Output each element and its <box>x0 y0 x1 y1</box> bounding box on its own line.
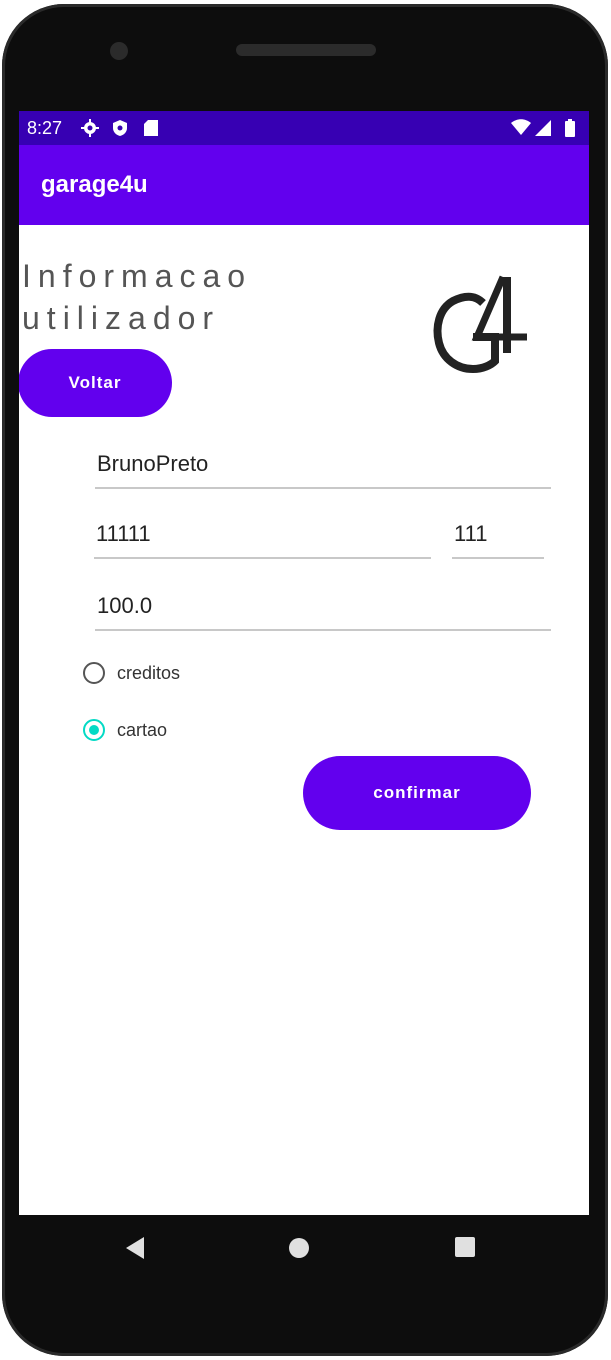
settings-icon <box>81 119 99 137</box>
app-bar: garage4u <box>19 145 589 225</box>
radio-label: creditos <box>117 662 181 683</box>
sd-card-icon <box>144 120 158 136</box>
battery-icon <box>565 119 575 137</box>
cvv-field[interactable]: 111 <box>452 521 544 559</box>
status-bar: 8:27 <box>19 111 589 145</box>
card-number-field[interactable]: 11111 <box>94 521 431 559</box>
front-camera <box>110 42 128 60</box>
home-icon[interactable] <box>288 1237 310 1259</box>
amount-field[interactable]: 100.0 <box>95 593 551 631</box>
page-title-line-1: Informacao <box>22 258 253 294</box>
back-icon[interactable] <box>124 1236 146 1260</box>
app-title: garage4u <box>41 171 148 198</box>
radio-label: cartao <box>117 719 168 740</box>
wifi-icon <box>511 119 531 135</box>
signal-icon <box>535 120 551 136</box>
g4-logo <box>433 275 527 374</box>
name-field[interactable]: BrunoPreto <box>95 451 551 489</box>
app-screen: 8:27 garage4u Informacao utilizador Volt… <box>19 111 589 1215</box>
radio-cartao[interactable]: cartao <box>83 715 167 745</box>
earpiece-speaker <box>236 44 376 56</box>
page-title-line-2: utilizador <box>22 300 221 336</box>
radio-creditos[interactable]: creditos <box>83 658 180 688</box>
confirm-button[interactable]: confirmar <box>303 756 531 830</box>
shield-icon <box>113 120 127 136</box>
phone-frame: 8:27 garage4u Informacao utilizador Volt… <box>2 4 608 1356</box>
radio-button-checked[interactable] <box>83 719 105 741</box>
radio-button-unchecked[interactable] <box>83 662 105 684</box>
recents-icon[interactable] <box>455 1237 475 1257</box>
page-title: Informacao utilizador <box>22 255 352 339</box>
back-button[interactable]: Voltar <box>19 349 172 417</box>
status-time: 8:27 <box>27 118 63 138</box>
